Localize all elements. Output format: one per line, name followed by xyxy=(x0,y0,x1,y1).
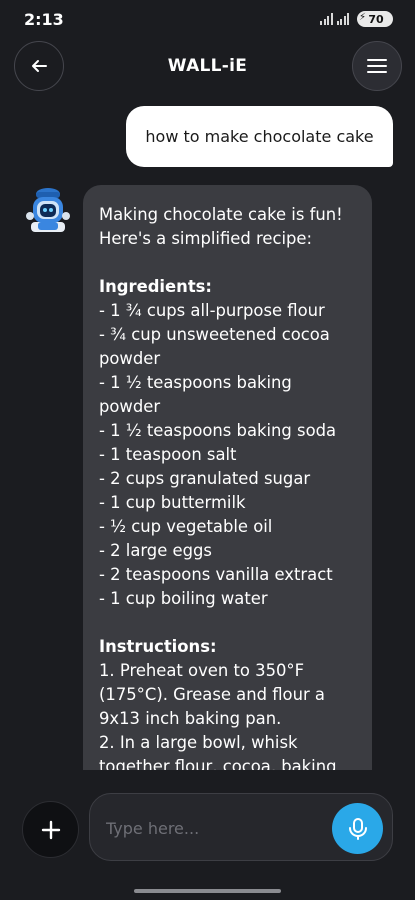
bot-message-line: 2. In a large bowl, whisk xyxy=(99,733,298,752)
status-time: 2:13 xyxy=(24,10,64,29)
status-bar: 2:13 ⚡ 70 xyxy=(0,0,415,40)
bot-message-line: powder xyxy=(99,349,161,368)
bot-message-line: - 2 cups granulated sugar xyxy=(99,469,311,488)
microphone-button[interactable] xyxy=(332,803,383,854)
bot-message-line: - ¾ cup unsweetened cocoa xyxy=(99,325,330,344)
bot-message-line: - 1 cup boiling water xyxy=(99,589,268,608)
bot-message-line: - 2 teaspoons vanilla extract xyxy=(99,565,333,584)
bot-message-line: 1. Preheat oven to 350°F xyxy=(99,661,305,680)
battery-icon: ⚡ 70 xyxy=(357,11,393,27)
bot-message-line: together flour, cocoa, baking xyxy=(99,757,337,770)
bot-message-line: Here's a simplified recipe: xyxy=(99,229,313,248)
signal-icon xyxy=(320,13,333,25)
bot-message-line xyxy=(99,611,360,635)
chat-screen: 2:13 ⚡ 70 WALL-iE how to make chocolate … xyxy=(0,0,415,900)
bot-message-line: - 1 teaspoon salt xyxy=(99,445,237,464)
bot-message-line: 9x13 inch baking pan. xyxy=(99,709,282,728)
bot-message-line: Ingredients: xyxy=(99,277,212,296)
robot-avatar-icon xyxy=(24,184,72,236)
bot-message-line: Instructions: xyxy=(99,637,217,656)
add-button[interactable] xyxy=(22,801,79,858)
message-input[interactable] xyxy=(104,814,328,842)
status-icons: ⚡ 70 xyxy=(320,11,393,27)
plus-icon xyxy=(41,820,60,839)
signal-icon xyxy=(336,13,349,25)
user-message-text: how to make chocolate cake xyxy=(145,127,374,146)
user-message-bubble: how to make chocolate cake xyxy=(126,106,393,167)
bot-message-line: - 1 ½ teaspoons baking xyxy=(99,373,292,392)
microphone-icon xyxy=(348,817,367,840)
bot-message-line: - 1 cup buttermilk xyxy=(99,493,246,512)
bot-message-line: (175°C). Grease and flour a xyxy=(99,685,325,704)
bot-message-line xyxy=(99,251,360,275)
battery-level: 70 xyxy=(368,12,384,26)
message-composer xyxy=(89,793,393,861)
bot-message-line: Making chocolate cake is fun! xyxy=(99,205,343,224)
bot-message-line: powder xyxy=(99,397,161,416)
bot-message-line: - 1 ½ teaspoons baking soda xyxy=(99,421,337,440)
bot-message-line: - 2 large eggs xyxy=(99,541,212,560)
hamburger-menu-icon xyxy=(367,59,387,73)
bot-message-bubble: Making chocolate cake is fun! Here's a si… xyxy=(83,185,372,770)
bot-message-line: - 1 ¾ cups all-purpose flour xyxy=(99,301,325,320)
menu-button[interactable] xyxy=(352,41,402,91)
bot-message-line: - ½ cup vegetable oil xyxy=(99,517,273,536)
home-indicator xyxy=(134,889,281,893)
